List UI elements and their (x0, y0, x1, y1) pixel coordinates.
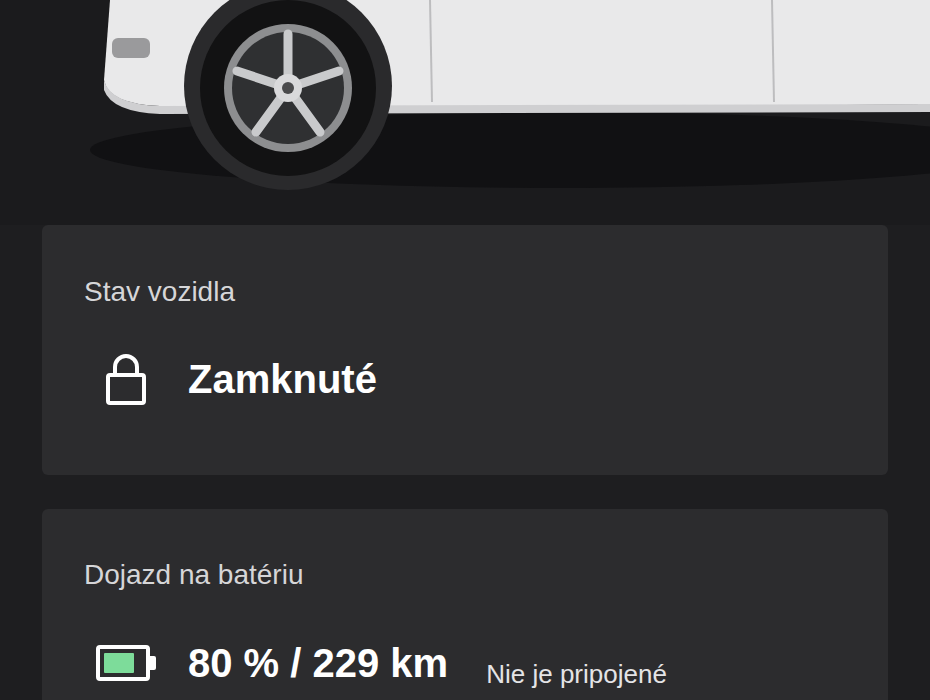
battery-value: 80 % / 229 km (188, 639, 448, 687)
battery-track (96, 645, 150, 681)
battery-row: 80 % / 229 km Nie je pripojené (84, 636, 846, 690)
battery-cap (150, 656, 156, 670)
car-icon (0, 0, 930, 225)
status-cards: Stav vozidla Zamknuté Dojazd na batériu 80 … (0, 225, 930, 700)
battery-card[interactable]: Dojazd na batériu 80 % / 229 km Nie je pri… (42, 509, 888, 700)
status-label: Stav vozidla (84, 275, 846, 309)
vehicle-status-card[interactable]: Stav vozidla Zamknuté (42, 225, 888, 475)
battery-fill (104, 653, 134, 673)
car-image (0, 0, 930, 225)
status-value: Zamknuté (188, 355, 377, 403)
status-row: Zamknuté (84, 353, 846, 405)
lock-icon (104, 353, 148, 405)
battery-label: Dojazd na batériu (84, 558, 846, 592)
connection-status: Nie je pripojené (486, 658, 667, 690)
battery-icon (96, 645, 156, 681)
